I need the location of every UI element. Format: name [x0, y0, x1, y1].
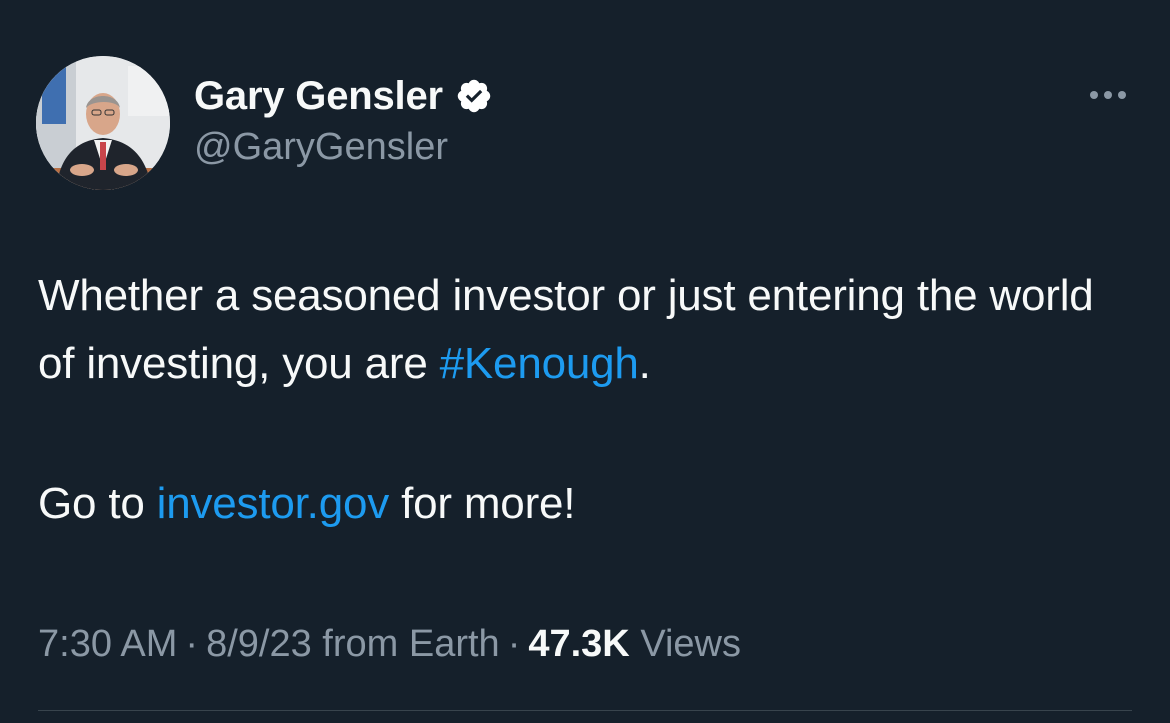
profile-photo-icon — [36, 56, 170, 190]
tweet-time[interactable]: 7:30 AM — [38, 623, 177, 665]
tweet-meta: 7:30 AM · 8/9/23 from Earth · 47.3K Views — [38, 618, 741, 670]
tweet-text-line1-end: . — [638, 339, 651, 388]
meta-separator: · — [185, 623, 199, 665]
tweet-text-line2-suffix: for more! — [389, 479, 576, 528]
tweet-paragraph-1: Whether a seasoned investor or just ente… — [38, 262, 1138, 398]
more-options-icon[interactable] — [1084, 80, 1132, 110]
investor-gov-link[interactable]: investor.gov — [157, 479, 390, 528]
tweet-date[interactable]: 8/9/23 — [206, 623, 312, 665]
divider — [38, 710, 1132, 711]
verified-badge-icon[interactable] — [455, 77, 493, 115]
author-display-name[interactable]: Gary Gensler — [194, 74, 443, 119]
tweet-card: Gary Gensler @GaryGensler Whether a seas… — [0, 0, 1170, 723]
tweet-paragraph-2: Go to investor.gov for more! — [38, 470, 1138, 538]
author-handle[interactable]: @GaryGensler — [194, 126, 448, 169]
meta-separator: · — [507, 623, 521, 665]
tweet-text-line2-prefix: Go to — [38, 479, 157, 528]
views-label[interactable]: Views — [640, 623, 741, 665]
hashtag-link[interactable]: #Kenough — [440, 339, 639, 388]
author-name-row: Gary Gensler — [194, 72, 493, 120]
tweet-body: Whether a seasoned investor or just ente… — [38, 262, 1138, 538]
views-count[interactable]: 47.3K — [528, 623, 629, 665]
tweet-source: from Earth — [322, 623, 500, 665]
avatar[interactable] — [36, 56, 170, 190]
